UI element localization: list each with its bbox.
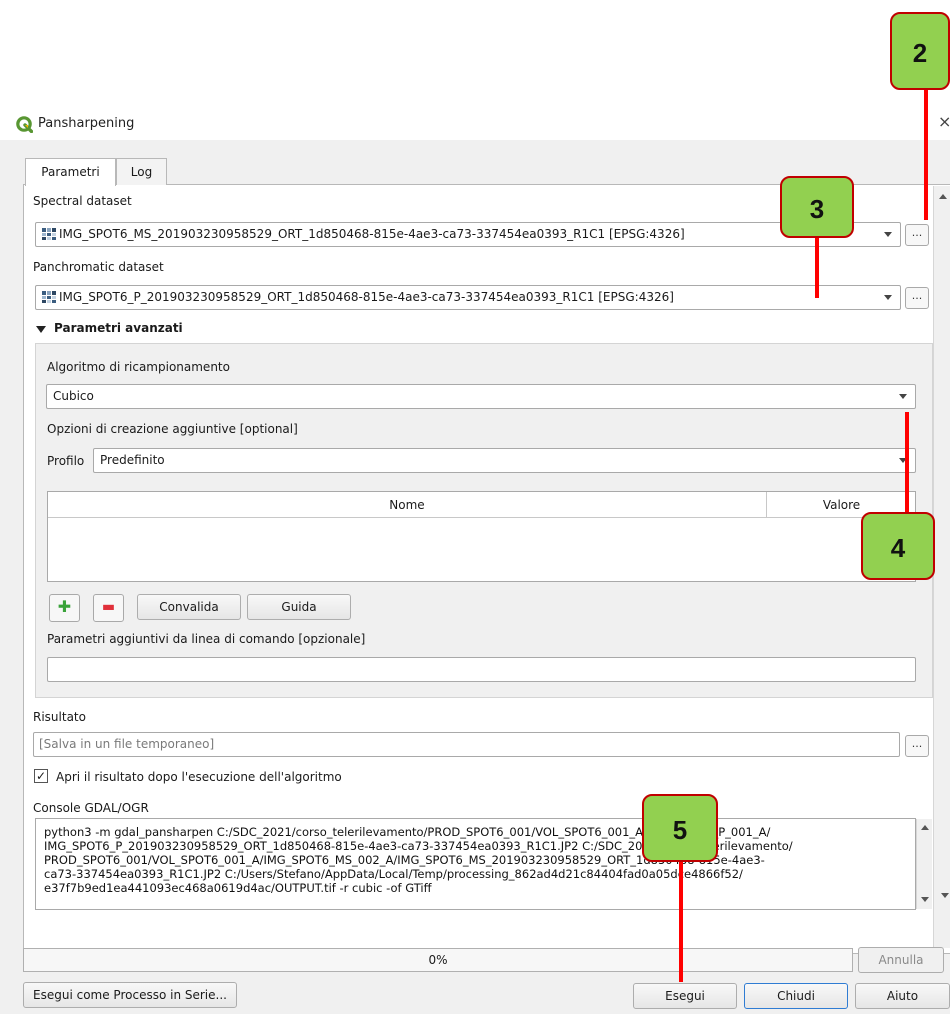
run-batch-button[interactable]: Esegui come Processo in Serie... [23,982,237,1008]
creation-options-table[interactable]: Nome Valore [47,491,916,582]
cancel-button[interactable]: Annulla [858,947,944,973]
panel-scrollbar[interactable] [933,186,950,948]
table-header: Nome Valore [48,492,915,518]
window-title: Pansharpening [38,116,135,131]
callout-5-pointer [679,862,683,982]
spectral-dataset-value: IMG_SPOT6_MS_201903230958529_ORT_1d85046… [59,227,685,241]
scroll-down-icon[interactable] [941,893,949,898]
console-label: Console GDAL/OGR [33,801,149,815]
close-button[interactable]: Chiudi [744,983,848,1009]
creation-options-label: Opzioni di creazione aggiuntive [optiona… [47,422,298,436]
raster-layer-icon [42,291,56,303]
open-after-label: Apri il risultato dopo l'esecuzione dell… [56,770,342,784]
spectral-dataset-combo[interactable]: IMG_SPOT6_MS_201903230958529_ORT_1d85046… [35,222,901,247]
result-output-field[interactable]: [Salva in un file temporaneo] [33,732,900,757]
resampling-combo[interactable]: Cubico [46,384,916,409]
open-after-checkbox[interactable]: ✓ [34,769,48,783]
checkmark-icon: ✓ [35,769,47,783]
result-browse-button[interactable]: ... [905,735,929,757]
collapse-triangle-icon[interactable] [36,326,46,333]
gdal-console-text[interactable]: python3 -m gdal_pansharpen C:/SDC_2021/c… [35,818,916,910]
tab-parametri[interactable]: Parametri [25,158,116,186]
scroll-down-icon[interactable] [921,897,929,902]
validate-button[interactable]: Convalida [137,594,241,620]
extra-params-input[interactable] [47,657,916,682]
help-options-button[interactable]: Guida [247,594,351,620]
panchromatic-dataset-label: Panchromatic dataset [33,260,164,274]
advanced-params-toggle[interactable]: Parametri avanzati [54,321,183,335]
progress-text: 0% [428,953,448,967]
qgis-logo-icon [16,116,33,133]
callout-4: 4 [861,512,935,580]
chevron-down-icon [884,232,892,237]
callout-2-pointer [924,90,928,220]
callout-3-pointer [815,238,819,298]
close-icon[interactable]: × [938,112,950,131]
result-label: Risultato [33,710,86,724]
spectral-browse-button[interactable]: ... [905,224,929,246]
extra-params-label: Parametri aggiuntivi da linea di comando… [47,632,366,646]
remove-icon: ▬ [101,599,116,615]
profile-label: Profilo [47,454,85,468]
spectral-dataset-label: Spectral dataset [33,194,132,208]
add-icon: ✚ [57,597,72,616]
panchromatic-dataset-combo[interactable]: IMG_SPOT6_P_201903230958529_ORT_1d850468… [35,285,901,310]
chevron-down-icon [899,394,907,399]
raster-layer-icon [42,228,56,240]
callout-2: 2 [890,12,950,90]
run-button[interactable]: Esegui [633,983,737,1009]
remove-row-button[interactable]: ▬ [93,594,124,622]
panchromatic-browse-button[interactable]: ... [905,287,929,309]
progress-bar: 0% [23,948,853,972]
scroll-up-icon[interactable] [921,825,929,830]
console-scrollbar[interactable] [916,819,932,909]
scroll-up-icon[interactable] [939,194,947,199]
chevron-down-icon [884,295,892,300]
resampling-label: Algoritmo di ricampionamento [47,360,230,374]
column-header-nome[interactable]: Nome [48,492,767,518]
tab-log[interactable]: Log [116,158,167,185]
callout-5: 5 [642,794,718,862]
profile-combo[interactable]: Predefinito [93,448,916,473]
panchromatic-dataset-value: IMG_SPOT6_P_201903230958529_ORT_1d850468… [59,290,674,304]
callout-4-pointer [905,412,909,514]
profile-value: Predefinito [100,453,165,467]
callout-3: 3 [780,176,854,238]
resampling-value: Cubico [53,389,94,403]
title-bar [0,108,950,140]
help-button[interactable]: Aiuto [855,983,950,1009]
add-row-button[interactable]: ✚ [49,594,80,622]
